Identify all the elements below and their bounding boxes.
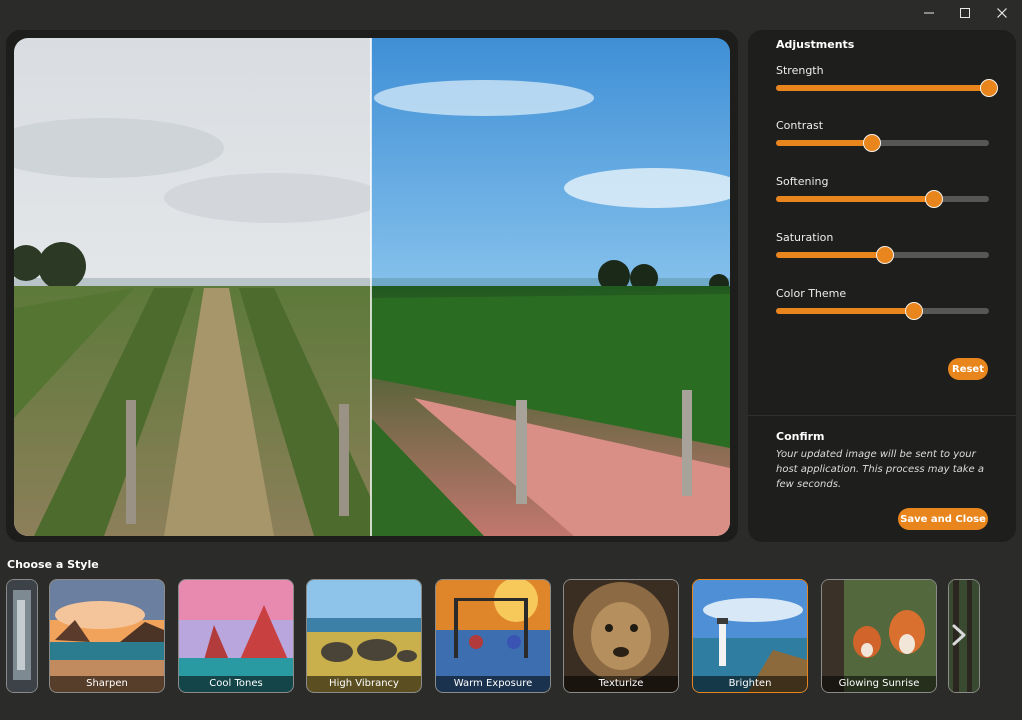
preview-panel bbox=[6, 30, 738, 542]
softening-slider[interactable]: Softening bbox=[776, 175, 989, 208]
style-thumbnail[interactable]: High Vibrancy bbox=[306, 579, 422, 693]
adjustments-title: Adjustments bbox=[776, 38, 855, 51]
next-styles-button[interactable] bbox=[947, 620, 971, 650]
style-thumbnail-selected[interactable]: Brighten bbox=[692, 579, 808, 693]
style-thumbnail[interactable]: Warm Exposure bbox=[435, 579, 551, 693]
reset-button[interactable]: Reset bbox=[948, 358, 988, 380]
slider-label: Contrast bbox=[776, 119, 824, 132]
style-thumbnail[interactable]: Cool Tones bbox=[178, 579, 294, 693]
style-thumbnail[interactable]: Glowing Sunrise bbox=[821, 579, 937, 693]
thumbnail-label: Warm Exposure bbox=[436, 676, 550, 692]
slider-track[interactable] bbox=[776, 302, 989, 320]
style-thumbnail[interactable]: Sharpen bbox=[49, 579, 165, 693]
preview-image[interactable] bbox=[14, 38, 730, 536]
strength-slider[interactable]: Strength bbox=[776, 64, 998, 97]
minimize-button[interactable] bbox=[911, 0, 947, 26]
slider-track[interactable] bbox=[776, 190, 989, 208]
save-and-close-button[interactable]: Save and Close bbox=[898, 508, 988, 530]
thumbnail-label: Texturize bbox=[564, 676, 678, 692]
slider-thumb[interactable] bbox=[905, 302, 924, 320]
maximize-button[interactable] bbox=[947, 0, 983, 26]
slider-label: Color Theme bbox=[776, 287, 847, 300]
chevron-right-icon bbox=[952, 624, 966, 646]
slider-fill bbox=[776, 85, 989, 91]
contrast-slider[interactable]: Contrast bbox=[776, 119, 989, 152]
color-theme-slider[interactable]: Color Theme bbox=[776, 287, 989, 320]
slider-thumb[interactable] bbox=[862, 134, 881, 152]
confirm-description: Your updated image will be sent to your … bbox=[776, 449, 984, 490]
slider-track[interactable] bbox=[776, 246, 989, 264]
slider-fill bbox=[776, 196, 934, 202]
thumbnail-label: Cool Tones bbox=[179, 676, 293, 692]
thumbnail-label: Brighten bbox=[693, 676, 807, 692]
thumbnail-label: Glowing Sunrise bbox=[822, 676, 936, 692]
slider-thumb[interactable] bbox=[875, 246, 894, 264]
divider bbox=[748, 415, 1016, 416]
saturation-slider[interactable]: Saturation bbox=[776, 231, 989, 264]
minimize-icon bbox=[924, 12, 934, 14]
slider-fill bbox=[776, 308, 915, 314]
slider-fill bbox=[776, 140, 872, 146]
style-thumbnail[interactable]: Texturize bbox=[563, 579, 679, 693]
slider-track[interactable] bbox=[776, 79, 998, 97]
close-button[interactable] bbox=[984, 0, 1020, 26]
slider-thumb[interactable] bbox=[924, 190, 943, 208]
thumbnail-label: Sharpen bbox=[50, 676, 164, 692]
confirm-title: Confirm bbox=[776, 430, 825, 443]
slider-thumb[interactable] bbox=[980, 79, 998, 97]
thumbnail-label: High Vibrancy bbox=[307, 676, 421, 692]
adjustments-panel: Adjustments Strength Contrast Softening … bbox=[748, 30, 1016, 542]
close-icon bbox=[997, 8, 1007, 18]
slider-label: Softening bbox=[776, 175, 829, 188]
slider-fill bbox=[776, 252, 885, 258]
maximize-icon bbox=[960, 8, 970, 18]
slider-label: Strength bbox=[776, 64, 824, 77]
style-thumbnail-partial[interactable] bbox=[6, 579, 38, 693]
slider-label: Saturation bbox=[776, 231, 834, 244]
slider-track[interactable] bbox=[776, 134, 989, 152]
styles-title: Choose a Style bbox=[7, 558, 99, 571]
